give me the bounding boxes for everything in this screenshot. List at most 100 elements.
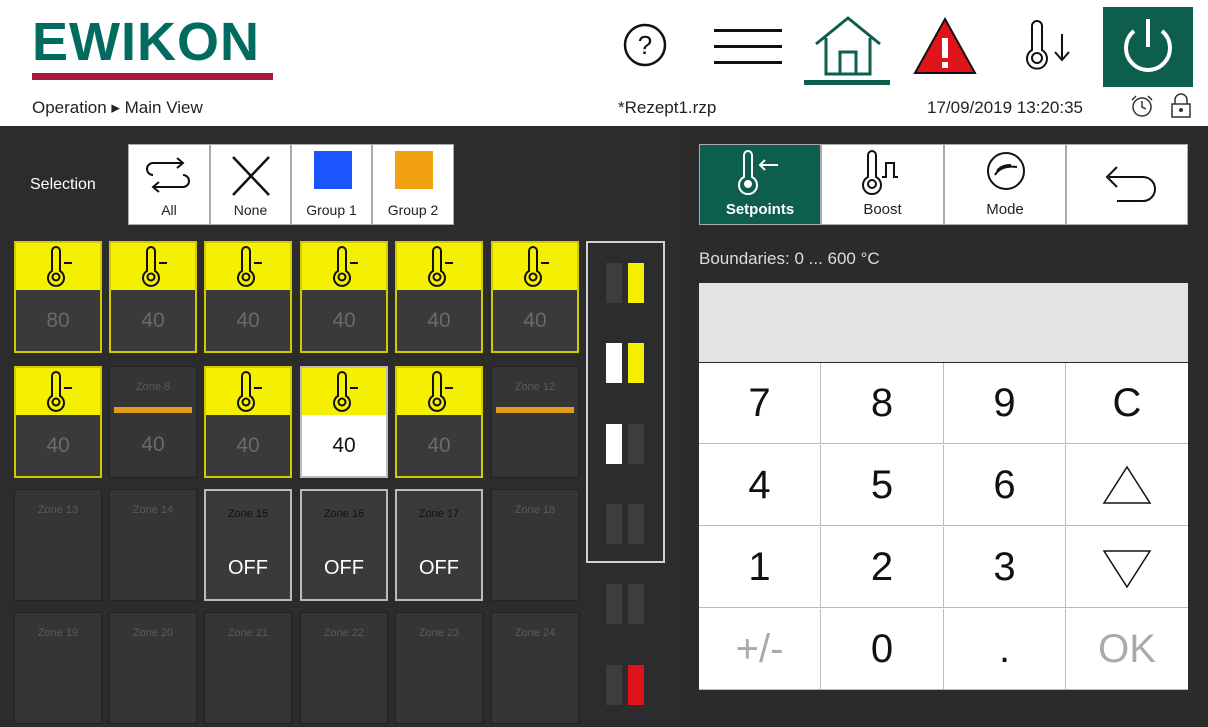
- header: EWIKON Operation ▸ Main View *Rezept1.rz…: [0, 0, 1208, 126]
- zone-name: Zone 21: [227, 627, 269, 639]
- select-all-label: All: [161, 202, 177, 218]
- key-8[interactable]: 8: [821, 363, 944, 444]
- zone-tile[interactable]: Zone 14: [109, 489, 197, 601]
- zone-tile[interactable]: Zone 17 OFF: [395, 489, 483, 601]
- help-icon[interactable]: ?: [622, 22, 668, 68]
- zone-tile[interactable]: Zone 24: [491, 612, 579, 724]
- key-5[interactable]: 5: [821, 445, 944, 526]
- page-indicator-2[interactable]: [606, 343, 646, 383]
- tab-setpoints[interactable]: Setpoints: [699, 144, 821, 225]
- up-key[interactable]: [1066, 445, 1188, 526]
- x-icon: [232, 156, 270, 196]
- thermometer-icon: [47, 246, 72, 287]
- group2-indicator: [496, 407, 574, 413]
- home-icon[interactable]: [812, 14, 884, 76]
- zone-name: Zone 19: [37, 627, 79, 639]
- thermometer-icon: [524, 246, 549, 287]
- select-none-label: None: [233, 202, 268, 218]
- zone-name: Zone 23: [418, 627, 460, 639]
- power-button[interactable]: [1103, 7, 1193, 87]
- zone-tile[interactable]: 40: [109, 241, 197, 353]
- zone-tile[interactable]: 40: [204, 241, 292, 353]
- datetime: 17/09/2019 13:20:35: [927, 98, 1083, 117]
- zone-tile[interactable]: 40: [395, 366, 483, 478]
- zone-value: 80: [46, 309, 70, 332]
- key-6[interactable]: 6: [944, 445, 1066, 526]
- zone-tile[interactable]: 40: [491, 241, 579, 353]
- thermometer-icon: [237, 246, 262, 287]
- zone-tile[interactable]: Zone 23: [395, 612, 483, 724]
- page-indicator-3[interactable]: [606, 424, 646, 464]
- zone-tile[interactable]: Zone 15 OFF: [204, 489, 292, 601]
- clear-key[interactable]: C: [1066, 363, 1188, 444]
- zone-name: Zone 13: [37, 504, 79, 516]
- breadcrumb[interactable]: Operation ▸ Main View: [32, 98, 203, 118]
- thermometer-icon: [333, 371, 358, 412]
- zone-tile[interactable]: Zone 13: [14, 489, 102, 601]
- decimal-key[interactable]: .: [944, 609, 1066, 690]
- zone-tile[interactable]: Zone 20: [109, 612, 197, 724]
- tab-boost[interactable]: Boost: [821, 144, 944, 225]
- tab-mode[interactable]: Mode: [944, 144, 1066, 225]
- back-button[interactable]: [1066, 144, 1188, 225]
- zone-tile[interactable]: 40: [204, 366, 292, 478]
- back-arrow-icon: [1105, 166, 1156, 202]
- group1-swatch: [314, 151, 352, 189]
- sign-key[interactable]: +/-: [699, 609, 821, 690]
- key-7[interactable]: 7: [699, 363, 821, 444]
- thermometer-icon: [47, 371, 72, 412]
- zone-name: Zone 17: [418, 508, 460, 520]
- power-icon: [1124, 19, 1172, 72]
- zone-name: Zone 8: [135, 381, 171, 393]
- key-9[interactable]: 9: [944, 363, 1066, 444]
- zone-value: 40: [332, 309, 356, 332]
- triangle-down-icon: [1102, 550, 1152, 589]
- page-indicator-1[interactable]: [606, 263, 646, 303]
- select-group2-button[interactable]: Group 2: [372, 144, 454, 225]
- key-3[interactable]: 3: [944, 527, 1066, 608]
- zone-tile-selected[interactable]: 40: [300, 366, 388, 478]
- page-indicator-4[interactable]: [606, 504, 646, 544]
- thermometer-down-icon[interactable]: [1018, 20, 1078, 76]
- select-all-button[interactable]: All: [128, 144, 210, 225]
- zone-value: 40: [46, 434, 70, 457]
- zone-name: Zone 22: [323, 627, 365, 639]
- zone-name: Zone 24: [514, 627, 556, 639]
- zone-value: 40: [427, 309, 451, 332]
- thermometer-setpoint-icon: [738, 150, 778, 196]
- zone-tile[interactable]: Zone 21: [204, 612, 292, 724]
- zone-tile[interactable]: Zone 18: [491, 489, 579, 601]
- warning-icon[interactable]: [912, 16, 978, 76]
- menu-icon[interactable]: [712, 25, 784, 69]
- zone-tile[interactable]: 40: [14, 366, 102, 478]
- zone-value: 40: [141, 433, 165, 456]
- zone-tile[interactable]: Zone 19: [14, 612, 102, 724]
- select-none-button[interactable]: None: [210, 144, 291, 225]
- zone-name: Zone 18: [514, 504, 556, 516]
- key-0[interactable]: 0: [821, 609, 944, 690]
- value-display: [699, 283, 1188, 362]
- page-indicator-5[interactable]: [606, 584, 646, 624]
- zone-tile[interactable]: Zone 12: [491, 366, 579, 478]
- group2-label: Group 2: [387, 202, 439, 218]
- zone-tile[interactable]: 80: [14, 241, 102, 353]
- zone-tile[interactable]: 40: [395, 241, 483, 353]
- recipe-filename: *Rezept1.rzp: [618, 98, 717, 117]
- thermometer-icon: [142, 246, 167, 287]
- zone-tile[interactable]: Zone 22: [300, 612, 388, 724]
- down-key[interactable]: [1066, 527, 1188, 608]
- zone-tile[interactable]: 40: [300, 241, 388, 353]
- alarm-clock-icon[interactable]: [1128, 93, 1156, 119]
- zone-tile[interactable]: Zone 16 OFF: [300, 489, 388, 601]
- lock-icon[interactable]: [1168, 92, 1194, 120]
- key-2[interactable]: 2: [821, 527, 944, 608]
- svg-text:?: ?: [638, 30, 652, 60]
- key-1[interactable]: 1: [699, 527, 821, 608]
- key-4[interactable]: 4: [699, 445, 821, 526]
- thermometer-boost-icon: [862, 150, 898, 196]
- ok-key[interactable]: OK: [1066, 609, 1188, 690]
- mode-hand-icon: [987, 152, 1025, 190]
- zone-tile[interactable]: Zone 8 40: [109, 366, 197, 478]
- select-group1-button[interactable]: Group 1: [291, 144, 372, 225]
- page-indicator-6[interactable]: [606, 665, 646, 705]
